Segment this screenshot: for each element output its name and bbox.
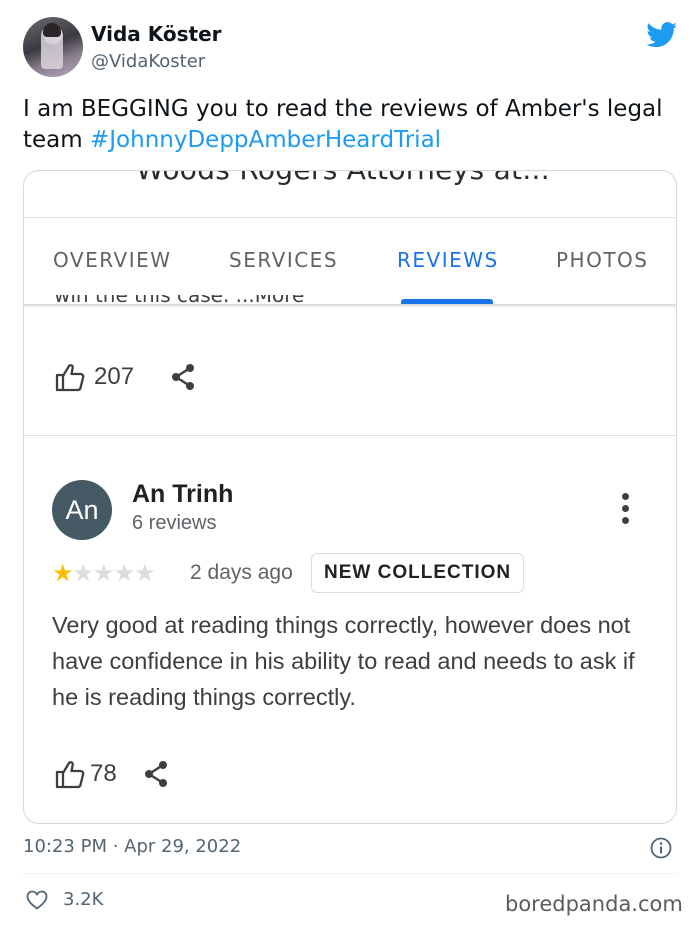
place-title: Woods Rogers Attorneys at...	[136, 171, 550, 186]
review-screenshot: Woods Rogers Attorneys at... OVERVIEW SE…	[23, 170, 677, 824]
reviewer-name[interactable]: An Trinh	[132, 480, 233, 509]
header-divider	[24, 217, 676, 218]
footer-divider	[23, 873, 677, 874]
twitter-bird-icon[interactable]	[646, 22, 678, 48]
tab-photos[interactable]: PHOTOS	[556, 248, 649, 272]
heart-icon[interactable]	[25, 888, 49, 912]
thumbs-up-icon[interactable]	[54, 758, 86, 790]
star-rating: ★★★★★	[52, 559, 156, 587]
tab-bar-shadow	[24, 304, 676, 308]
tweet-timestamp[interactable]: 10:23 PM · Apr 29, 2022	[23, 836, 241, 857]
thumbs-up-icon[interactable]	[54, 361, 86, 393]
star-filled-icon: ★	[52, 559, 73, 587]
tab-reviews[interactable]: REVIEWS	[397, 248, 499, 272]
tweet-text: I am BEGGING you to read the reviews of …	[23, 94, 683, 156]
star-empty-icon: ★	[72, 559, 94, 587]
prev-review-actions: 207	[54, 361, 198, 393]
author-handle[interactable]: @VidaKoster	[91, 51, 205, 72]
review-divider	[24, 435, 676, 436]
review-date: 2 days ago	[190, 561, 293, 584]
more-options-icon[interactable]	[620, 493, 630, 527]
like-count: 207	[94, 363, 135, 390]
new-collection-badge[interactable]: NEW COLLECTION	[311, 553, 525, 593]
tab-bar: OVERVIEW SERVICES REVIEWS PHOTOS	[24, 243, 676, 304]
reviewer-avatar[interactable]: An	[52, 480, 112, 540]
author-avatar[interactable]	[23, 17, 83, 77]
review-text: Very good at reading things correctly, h…	[52, 612, 635, 710]
share-icon[interactable]	[141, 759, 171, 789]
info-icon[interactable]	[650, 837, 672, 859]
star-empty-icon: ★	[113, 559, 135, 587]
review-actions: 78	[54, 758, 171, 790]
like-count-tweet[interactable]: 3.2K	[63, 889, 103, 910]
place-title-bar: Woods Rogers Attorneys at...	[24, 171, 676, 193]
tab-services[interactable]: SERVICES	[229, 248, 338, 272]
watermark: boredpanda.com	[505, 892, 683, 916]
share-icon[interactable]	[168, 362, 198, 392]
tab-overview[interactable]: OVERVIEW	[53, 248, 172, 272]
hashtag-link[interactable]: #JohnnyDeppAmberHeardTrial	[90, 127, 441, 153]
like-count: 78	[90, 760, 117, 787]
author-name[interactable]: Vida Köster	[91, 22, 222, 46]
star-empty-icon: ★	[93, 559, 114, 587]
reviewer-review-count: 6 reviews	[132, 512, 217, 534]
star-empty-icon: ★	[134, 559, 155, 587]
